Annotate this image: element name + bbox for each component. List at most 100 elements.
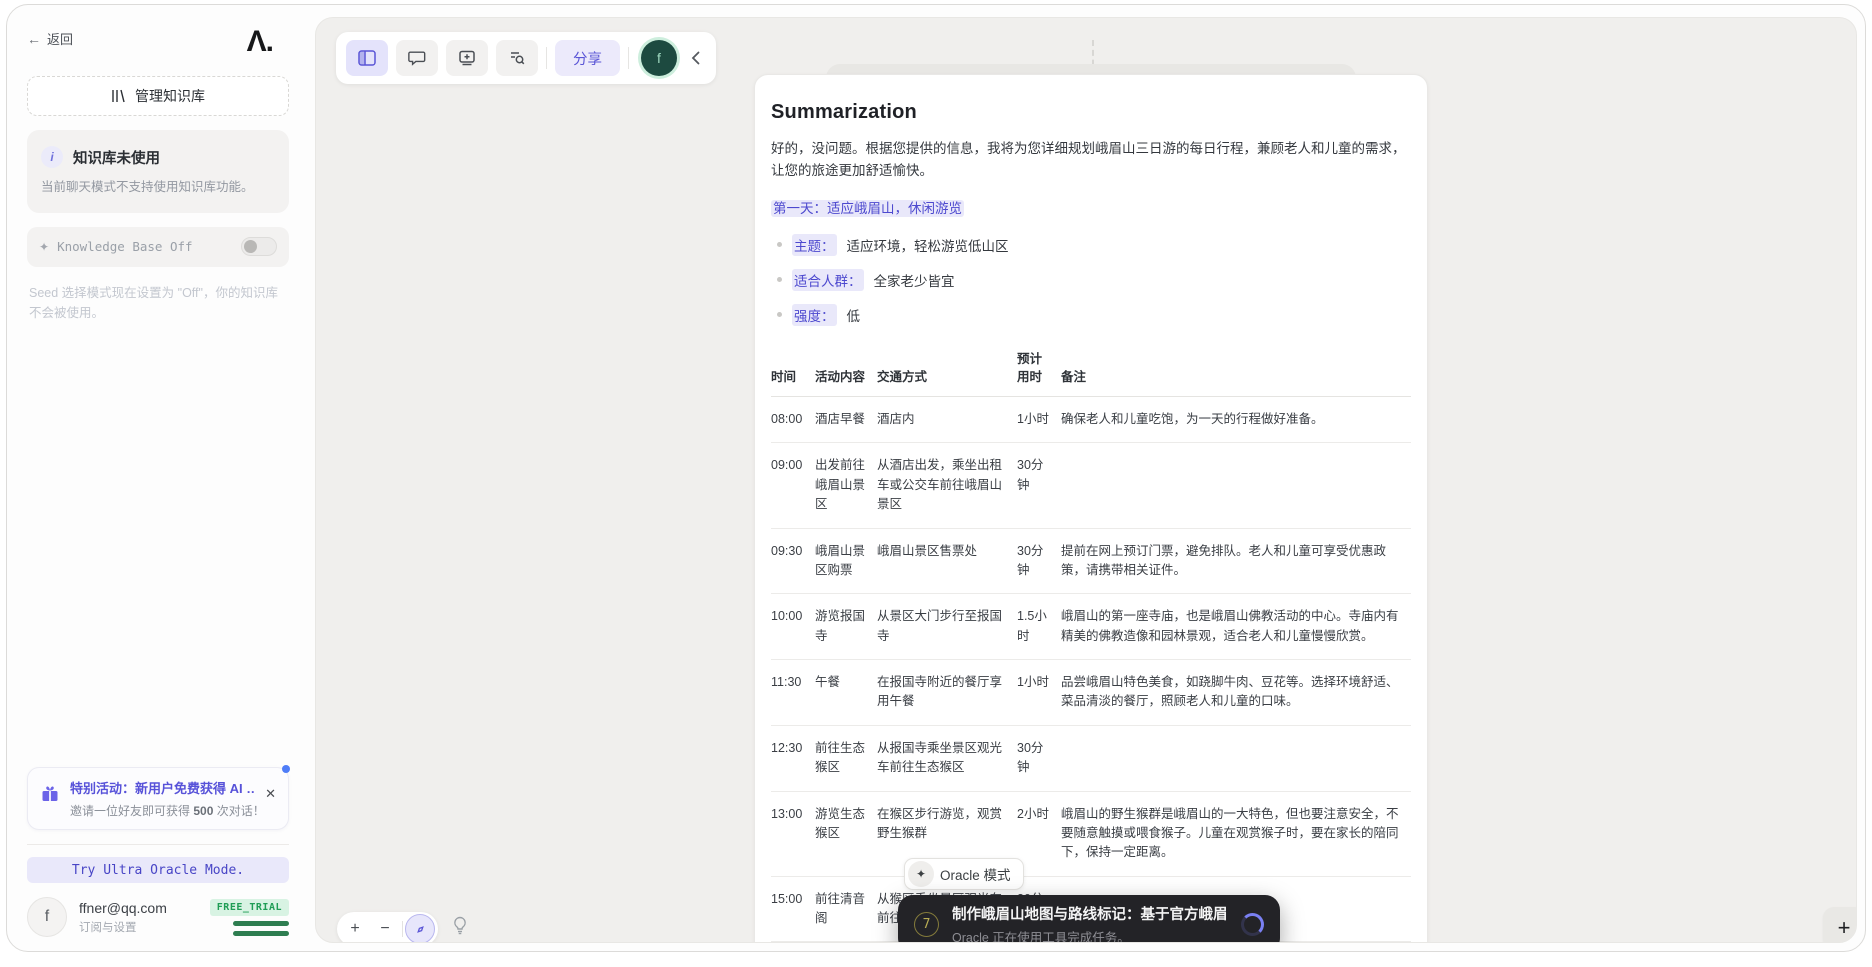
divider [628,47,629,69]
bullet-text: 低 [846,308,861,324]
oracle-sparkle-icon: ✦ [908,861,934,887]
seed-mode-note: Seed 选择模式现在设置为 "Off"，你的知识库不会被使用。 [29,285,278,320]
table-row: 09:30 峨眉山景区购票 峨眉山景区售票处 30分钟 提前在网上预订门票，避免排队。老… [771,528,1411,595]
share-button[interactable]: 分享 [555,40,620,76]
bullet-text: 适应环境，轻松游览低山区 [846,238,1009,254]
table-header-cell: 预计用时 [1017,343,1061,398]
table-cell: 峨眉山景区购票 [815,528,877,595]
add-card-button[interactable] [446,40,488,76]
avatar[interactable]: f [641,40,677,76]
itinerary-table: 时间 活动内容 交通方式 预计用时 备注 08:00 酒店早餐 酒店内 1小时 确保老人和儿童吃… [771,343,1411,942]
table-cell: 15:30 [771,941,815,942]
hint-button[interactable] [452,916,468,935]
toast-title: 制作峨眉山地图与路线标记：基于官方峨眉... [952,906,1228,923]
table-cell: 午餐 [815,659,877,726]
table-cell: 1.5小时 [1017,593,1061,661]
library-icon [111,89,127,103]
table-header-cell: 活动内容 [815,343,877,398]
table-row: 13:00 游览生态猴区 在猴区步行游览，观赏野生猴群 2小时 峨眉山的野生猴群是峨眉山… [771,791,1411,877]
account-settings-label: 订阅与设置 [79,921,137,934]
manage-knowledge-base-button[interactable]: 管理知识库 [27,76,289,116]
summary-document-card[interactable]: Summarization 好的，没问题。根据您提供的信息，我将为您详细规划峨眉… [754,74,1428,942]
manage-kb-label: 管理知识库 [135,88,205,104]
table-cell: 前往生态猴区 [815,725,877,792]
avatar: f [27,897,67,937]
chat-button[interactable] [396,40,438,76]
kb-status-card: i 知识库未使用 当前聊天模式不支持使用知识库功能。 [27,130,289,213]
bullet-term: 强度： [792,303,837,326]
table-cell: 30分钟 [1017,442,1061,529]
table-cell: 游览报国寺 [815,593,877,661]
close-icon[interactable]: ✕ [265,786,276,802]
task-progress-toast[interactable]: 7 制作峨眉山地图与路线标记：基于官方峨眉... Oracle 正在使用工具完成… [898,895,1280,942]
app-logo: Λ. [246,25,274,58]
chevron-left-icon [691,51,700,65]
table-cell: 08:00 [771,396,815,444]
panel-layout-button[interactable] [346,40,388,76]
table-cell: 30分钟 [1017,725,1061,792]
back-button[interactable]: ← 返回 [27,29,73,48]
app-window: ← 返回 Λ. 管理知识库 i 知识库未使用 当前聊天模式不支持使用知识库功能。… [6,4,1866,952]
account-email: ffner@qq.com [79,899,167,916]
table-cell: 峨眉山的野生猴群是峨眉山的一大特色，但也要注意安全，不要随意触摸或喂食猴子。儿童… [1061,791,1411,877]
collapse-toolbar-button[interactable] [685,51,706,65]
back-arrow-icon: ← [27,30,41,47]
sparkle-icon: ✦ [39,239,50,254]
table-cell: 清音阁是峨眉山最美的景点之一，景色秀丽，空气清新。但从停车场到清音阁有一段距离，… [1061,941,1411,942]
try-ultra-oracle-button[interactable]: Try Ultra Oracle Mode. [27,857,289,883]
canvas-toolbar: 分享 f [336,32,716,84]
knowledge-base-toggle[interactable] [241,237,277,257]
kb-status-desc: 当前聊天模式不支持使用知识库功能。 [41,180,254,194]
promo-title: 特别活动：新用户免费获得 AI … [70,781,256,796]
step-number-badge: 7 [914,911,939,937]
bullet-item: 强度： 低 [771,303,1411,326]
table-row: 11:30 午餐 在报国寺附近的餐厅享用午餐 1小时 品尝峨眉山特色美食，如跷脚牛肉、豆… [771,659,1411,726]
divider [402,921,403,937]
info-icon: i [41,146,63,168]
bullet-dot [777,242,782,248]
table-cell: 1小时 [1017,659,1061,726]
search-list-icon [508,50,526,66]
table-cell: 09:00 [771,442,815,529]
zoom-out-button[interactable]: − [370,914,400,942]
canvas-area: Summarization 好的，没问题。根据您提供的信息，我将为您详细规划峨眉… [315,17,1857,943]
chat-bubble-icon [408,50,426,66]
table-cell: 峨眉山景区售票处 [877,528,1017,595]
table-cell: 确保老人和儿童吃饱，为一天的行程做好准备。 [1061,396,1411,444]
document-title: Summarization [771,101,917,123]
notification-dot [282,765,290,773]
bullet-item: 适合人群： 全家老少皆宜 [771,268,1411,291]
table-cell: 酒店内 [877,396,1017,444]
zoom-controls: + − [337,912,438,942]
document-intro: 好的，没问题。根据您提供的信息，我将为您详细规划峨眉山三日游的每日行程，兼顾老人… [771,141,1406,179]
oracle-tooltip-label: Oracle 模式 [940,868,1011,883]
search-list-button[interactable] [496,40,538,76]
lightbulb-icon [452,916,468,935]
table-row: 15:30游览清音阁步行游览清音阁，欣赏清音平湖、双桥清音等景点1.5小时清音阁… [771,941,1411,942]
table-row: 12:30 前往生态猴区 从报国寺乘坐景区观光车前往生态猴区 30分钟 [771,725,1411,792]
table-cell: 步行游览清音阁，欣赏清音平湖、双桥清音等景点 [877,941,1017,942]
table-cell: 15:00 [771,876,815,942]
promo-desc: 邀请一位好友即可获得 500 次对话！ [70,804,265,818]
account-row[interactable]: f ffner@qq.com 订阅与设置 FREE_TRIAL [27,897,289,937]
usage-bar [233,930,289,936]
add-card-icon [458,50,476,66]
bullet-text: 全家老少皆宜 [873,273,955,289]
table-header-row: 时间 活动内容 交通方式 预计用时 备注 [771,343,1411,398]
table-cell: 从报国寺乘坐景区观光车前往生态猴区 [877,725,1017,792]
table-cell: 11:30 [771,659,815,726]
table-row: 10:00 游览报国寺 从景区大门步行至报国寺 1.5小时 峨眉山的第一座寺庙，也是峨眉… [771,593,1411,661]
table-cell [1061,442,1411,529]
zoom-in-button[interactable]: + [340,914,370,942]
free-trial-badge: FREE_TRIAL [209,898,289,916]
table-cell: 12:30 [771,725,815,792]
table-cell: 出发前往峨眉山景区 [815,442,877,529]
table-cell: 游览清音阁 [815,941,877,942]
add-node-button[interactable]: + [1823,907,1856,942]
table-cell [1061,725,1411,792]
table-header-cell: 交通方式 [877,343,1017,398]
recenter-button[interactable] [405,914,435,942]
table-cell: 10:00 [771,593,815,661]
kb-toggle-label: Knowledge Base Off [57,239,193,255]
table-cell: 游览生态猴区 [815,791,877,877]
